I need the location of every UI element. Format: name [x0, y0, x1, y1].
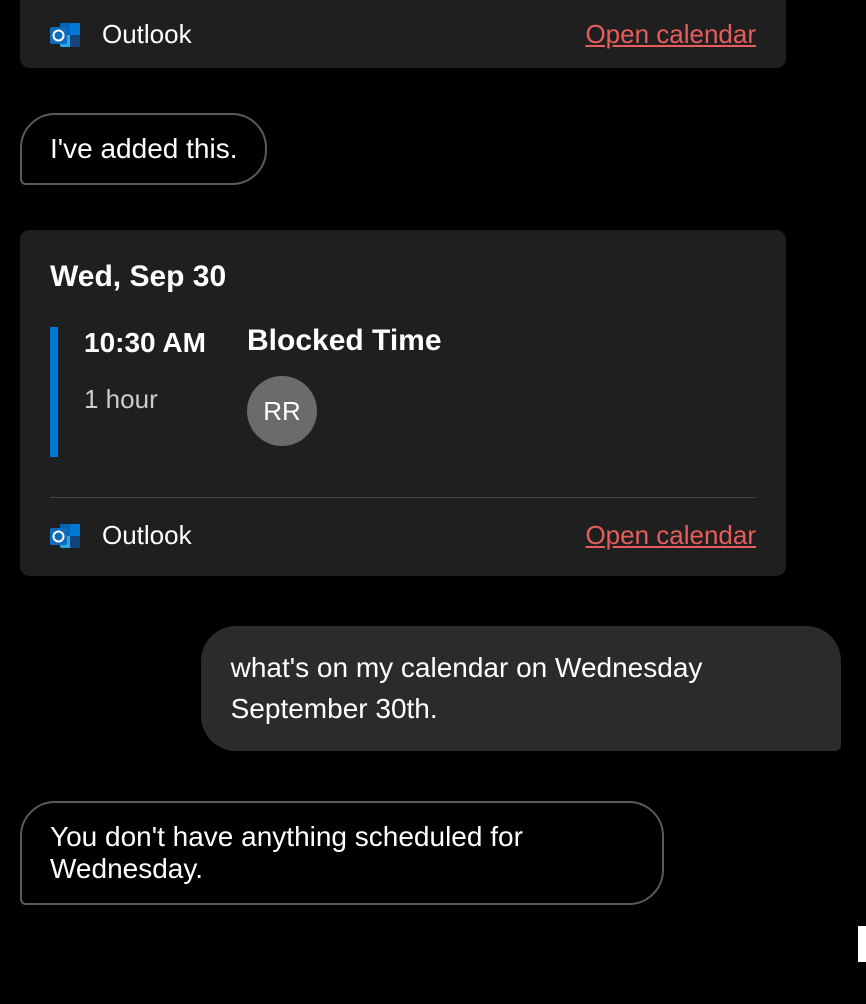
card-footer: Outlook Open calendar [50, 15, 756, 50]
calendar-card-partial: Outlook Open calendar [20, 0, 786, 68]
calendar-event-card[interactable]: Wed, Sep 30 10:30 AM 1 hour Blocked Time… [20, 230, 786, 576]
outlook-icon [50, 521, 82, 551]
event-detail-column: Blocked Time RR [247, 322, 442, 446]
edge-indicator [858, 926, 866, 962]
bot-message-bubble: You don't have anything scheduled for We… [20, 801, 664, 905]
open-calendar-link[interactable]: Open calendar [585, 19, 756, 50]
event-duration: 1 hour [84, 384, 229, 415]
event-accent-bar [50, 327, 58, 457]
outlook-brand-label: Outlook [102, 520, 192, 551]
card-footer: Outlook Open calendar [50, 497, 756, 556]
outlook-brand: Outlook [50, 19, 192, 50]
event-time: 10:30 AM [84, 327, 229, 359]
user-message-bubble: what's on my calendar on Wednesday Septe… [201, 626, 841, 751]
outlook-brand-label: Outlook [102, 19, 192, 50]
bot-message-bubble: I've added this. [20, 113, 267, 185]
outlook-icon [50, 20, 82, 50]
organizer-avatar: RR [247, 376, 317, 446]
card-date-header: Wed, Sep 30 [50, 260, 756, 294]
calendar-event-row[interactable]: 10:30 AM 1 hour Blocked Time RR [50, 322, 756, 467]
event-title: Blocked Time [247, 324, 442, 358]
open-calendar-link[interactable]: Open calendar [585, 520, 756, 551]
event-time-column: 10:30 AM 1 hour [84, 322, 229, 415]
outlook-brand: Outlook [50, 520, 192, 551]
